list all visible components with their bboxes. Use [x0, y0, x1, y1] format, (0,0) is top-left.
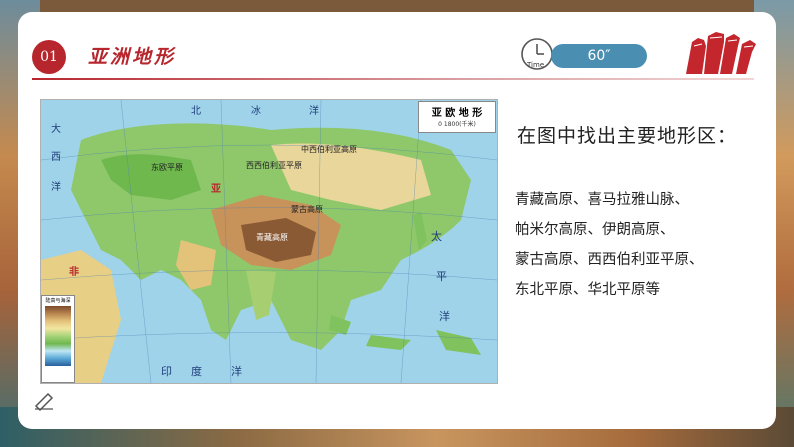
answer-block: 青藏高原、喜马拉雅山脉、 帕米尔高原、伊朗高原、 蒙古高原、西西伯利亚平原、 东… — [515, 185, 775, 305]
map-label-africa: 非 — [69, 265, 79, 278]
answer-line: 蒙古高原、西西伯利亚平原、 — [515, 252, 704, 268]
timer-badge: 60″ — [551, 44, 647, 68]
map-label-tai: 太 — [431, 230, 442, 243]
map-label-ocean2: 洋 — [51, 180, 61, 193]
answer-line: 青藏高原、喜马拉雅山脉、 — [515, 192, 689, 208]
question-text: 在图中找出主要地形区： — [517, 125, 738, 147]
map-legend-title: 亚 欧 地 形 — [431, 108, 483, 119]
raised-fists-icon — [686, 32, 756, 74]
elevation-color-bar — [45, 306, 71, 366]
section-title: 亚洲地形 — [88, 46, 177, 68]
answer-line: 帕米尔高原、伊朗高原、 — [515, 222, 675, 238]
clock-icon: Time — [521, 38, 553, 70]
map-label-asia: 亚 — [211, 183, 221, 195]
map-legend-title-box: 亚 欧 地 形 0 1800(千米) — [418, 101, 496, 133]
map-label-west-siberian-plain: 西西伯利亚平原 — [246, 160, 302, 170]
asia-topographic-map[interactable]: 北 冰 洋 大 西 洋 太 平 洋 印 度 洋 东欧平原 西西伯利亚平原 中西伯… — [40, 99, 498, 384]
map-scale: 0 1800(千米) — [438, 121, 476, 128]
pencil-icon[interactable] — [33, 393, 55, 411]
map-label-da: 大 — [51, 122, 61, 135]
map-label-du: 度 — [191, 364, 202, 378]
map-label-ping: 平 — [436, 270, 447, 283]
elevation-legend: 陆高与海深 — [41, 295, 75, 383]
map-label-ocean1: 洋 — [309, 104, 319, 117]
map-label-ice: 冰 — [251, 104, 261, 117]
title-underline — [32, 78, 754, 80]
elevation-legend-title: 陆高与海深 — [45, 298, 71, 304]
map-label-mongolian-plateau: 蒙古高原 — [291, 204, 323, 214]
map-label-ocean4: 洋 — [231, 364, 242, 378]
map-label-north: 北 — [191, 105, 201, 117]
map-label-yin: 印 — [161, 365, 172, 378]
map-label-ocean3: 洋 — [439, 309, 450, 323]
map-label-tibetan-plateau: 青藏高原 — [256, 232, 288, 242]
answer-line: 东北平原、华北平原等 — [515, 282, 660, 298]
section-number-badge: 01 — [32, 40, 66, 74]
clock-label: Time — [526, 61, 544, 69]
map-label-east-europe-plain: 东欧平原 — [151, 162, 183, 172]
map-label-xi: 西 — [51, 152, 61, 163]
map-label-central-siberian-plateau: 中西伯利亚高原 — [301, 144, 357, 154]
